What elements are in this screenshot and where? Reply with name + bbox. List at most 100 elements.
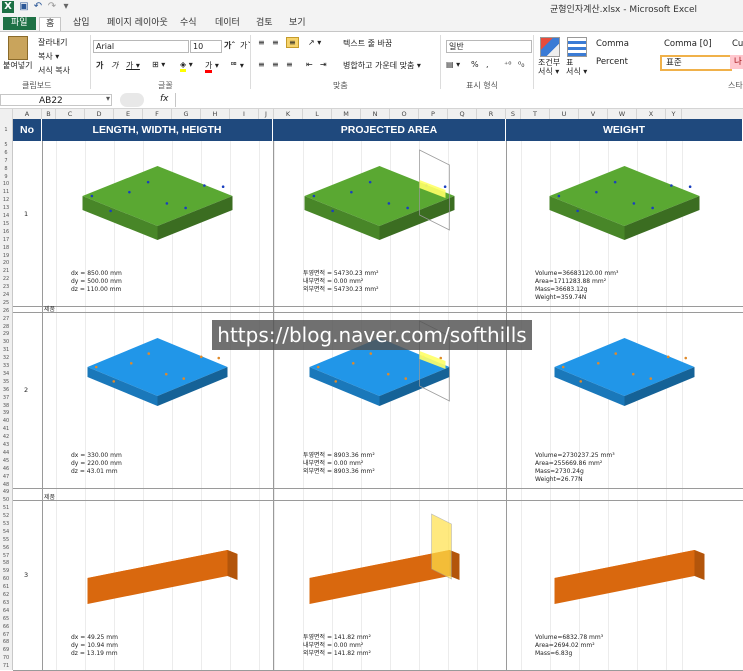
row-header-9[interactable]: 9: [0, 173, 12, 181]
row-header-38[interactable]: 38: [0, 402, 12, 410]
column-header-v[interactable]: V: [579, 109, 608, 119]
style-bad[interactable]: 나: [730, 55, 743, 69]
column-header-d[interactable]: D: [85, 109, 114, 119]
row-header-66[interactable]: 66: [0, 623, 12, 631]
orientation-icon[interactable]: ↗ ▾: [308, 38, 321, 47]
tab-home[interactable]: 홈: [39, 17, 62, 32]
row-header-32[interactable]: 32: [0, 354, 12, 362]
row-header-28[interactable]: 28: [0, 323, 12, 331]
column-header-k[interactable]: K: [274, 109, 303, 119]
align-right-icon[interactable]: ≡: [286, 60, 293, 69]
tab-formulas[interactable]: 수식: [180, 17, 197, 30]
align-left-icon[interactable]: ≡: [258, 60, 265, 69]
paste-icon[interactable]: [8, 36, 28, 60]
row-header-17[interactable]: 17: [0, 236, 12, 244]
row-header-39[interactable]: 39: [0, 409, 12, 417]
row-header-15[interactable]: 15: [0, 220, 12, 228]
align-center-icon[interactable]: ≡: [272, 60, 279, 69]
tab-review[interactable]: 검토: [256, 17, 273, 30]
align-bottom-icon[interactable]: ≡: [286, 37, 299, 48]
row-header-58[interactable]: 58: [0, 559, 12, 567]
row-header-11[interactable]: 11: [0, 188, 12, 196]
row-header-7[interactable]: 7: [0, 157, 12, 165]
select-all-corner[interactable]: [0, 109, 13, 119]
row-header-12[interactable]: 12: [0, 196, 12, 204]
row-header-50[interactable]: 50: [0, 496, 12, 504]
cut-button[interactable]: 잘라내기: [38, 37, 67, 48]
phonetic-icon[interactable]: ᄈ ▾: [230, 60, 244, 71]
row-header-62[interactable]: 62: [0, 591, 12, 599]
column-header-w[interactable]: W: [608, 109, 637, 119]
row-header-26[interactable]: 26: [0, 307, 12, 315]
row-header-71[interactable]: 71: [0, 662, 12, 670]
row-header-37[interactable]: 37: [0, 394, 12, 402]
row-header-1[interactable]: 1: [0, 126, 12, 134]
row-header-29[interactable]: 29: [0, 330, 12, 338]
row-header-48[interactable]: 48: [0, 481, 12, 489]
column-header-s[interactable]: S: [506, 109, 521, 119]
accounting-format-icon[interactable]: ▤ ▾: [446, 60, 460, 69]
underline-icon[interactable]: 가 ▾: [126, 60, 140, 71]
name-box[interactable]: AB22: [0, 94, 112, 106]
column-header-o[interactable]: O: [390, 109, 419, 119]
worksheet[interactable]: No LENGTH, WIDTH, HEIGTH PROJECTED AREA …: [13, 119, 743, 671]
conditional-format-button[interactable]: 조건부 서식 ▾: [538, 58, 560, 76]
column-header-l[interactable]: L: [303, 109, 332, 119]
row-header-54[interactable]: 54: [0, 528, 12, 536]
tab-file[interactable]: 파일: [3, 17, 36, 30]
row-header-65[interactable]: 65: [0, 615, 12, 623]
tab-page-layout[interactable]: 페이지 레이아웃: [107, 17, 168, 30]
percent-style-button[interactable]: %: [471, 60, 479, 69]
row-header-57[interactable]: 57: [0, 552, 12, 560]
tab-data[interactable]: 데이터: [215, 17, 240, 30]
column-header-p[interactable]: P: [419, 109, 448, 119]
font-name-select[interactable]: Arial: [93, 40, 189, 53]
column-header-i[interactable]: I: [230, 109, 259, 119]
column-header-e[interactable]: E: [114, 109, 143, 119]
row-header-24[interactable]: 24: [0, 291, 12, 299]
italic-icon[interactable]: 가: [111, 60, 118, 71]
row-header-46[interactable]: 46: [0, 465, 12, 473]
row-header-55[interactable]: 55: [0, 536, 12, 544]
row-header-61[interactable]: 61: [0, 583, 12, 591]
format-as-table-button[interactable]: 표 서식 ▾: [566, 58, 587, 76]
row-header-27[interactable]: 27: [0, 315, 12, 323]
save-icon[interactable]: ▣: [18, 1, 30, 13]
name-box-dropdown-icon[interactable]: ▾: [106, 94, 110, 103]
row-header-16[interactable]: 16: [0, 228, 12, 236]
row-header-33[interactable]: 33: [0, 362, 12, 370]
row-header-56[interactable]: 56: [0, 544, 12, 552]
format-painter-button[interactable]: 서식 복사: [38, 65, 70, 76]
row-header-18[interactable]: 18: [0, 244, 12, 252]
row-header-53[interactable]: 53: [0, 520, 12, 528]
tab-view[interactable]: 보기: [289, 17, 306, 30]
row-header-60[interactable]: 60: [0, 575, 12, 583]
row-header-34[interactable]: 34: [0, 370, 12, 378]
style-currency[interactable]: Cu: [728, 37, 743, 51]
column-header-j[interactable]: J: [259, 109, 274, 119]
customize-qat-icon[interactable]: ▾: [60, 1, 72, 13]
column-header-x[interactable]: X: [637, 109, 666, 119]
column-header-r[interactable]: R: [477, 109, 506, 119]
row-header-52[interactable]: 52: [0, 512, 12, 520]
column-header-t[interactable]: T: [521, 109, 550, 119]
row-header-40[interactable]: 40: [0, 417, 12, 425]
conditional-format-icon[interactable]: [540, 37, 560, 57]
column-header-m[interactable]: M: [332, 109, 361, 119]
fill-color-icon[interactable]: ◈ ▾: [180, 60, 193, 72]
decrease-decimal-icon[interactable]: ⁰₀: [518, 60, 524, 69]
row-header-31[interactable]: 31: [0, 346, 12, 354]
redo-icon[interactable]: ↷: [46, 1, 58, 13]
row-header-43[interactable]: 43: [0, 441, 12, 449]
column-header-u[interactable]: U: [550, 109, 579, 119]
row-header-51[interactable]: 51: [0, 504, 12, 512]
column-header-b[interactable]: B: [42, 109, 56, 119]
copy-button[interactable]: 복사 ▾: [38, 51, 59, 62]
row-header-5[interactable]: 5: [0, 141, 12, 149]
row-header-49[interactable]: 49: [0, 488, 12, 496]
column-header-a[interactable]: A: [13, 109, 42, 119]
format-as-table-icon[interactable]: [567, 37, 587, 57]
font-color-icon[interactable]: 가 ▾: [205, 60, 219, 73]
row-header-47[interactable]: 47: [0, 473, 12, 481]
style-percent[interactable]: Percent: [592, 55, 662, 69]
